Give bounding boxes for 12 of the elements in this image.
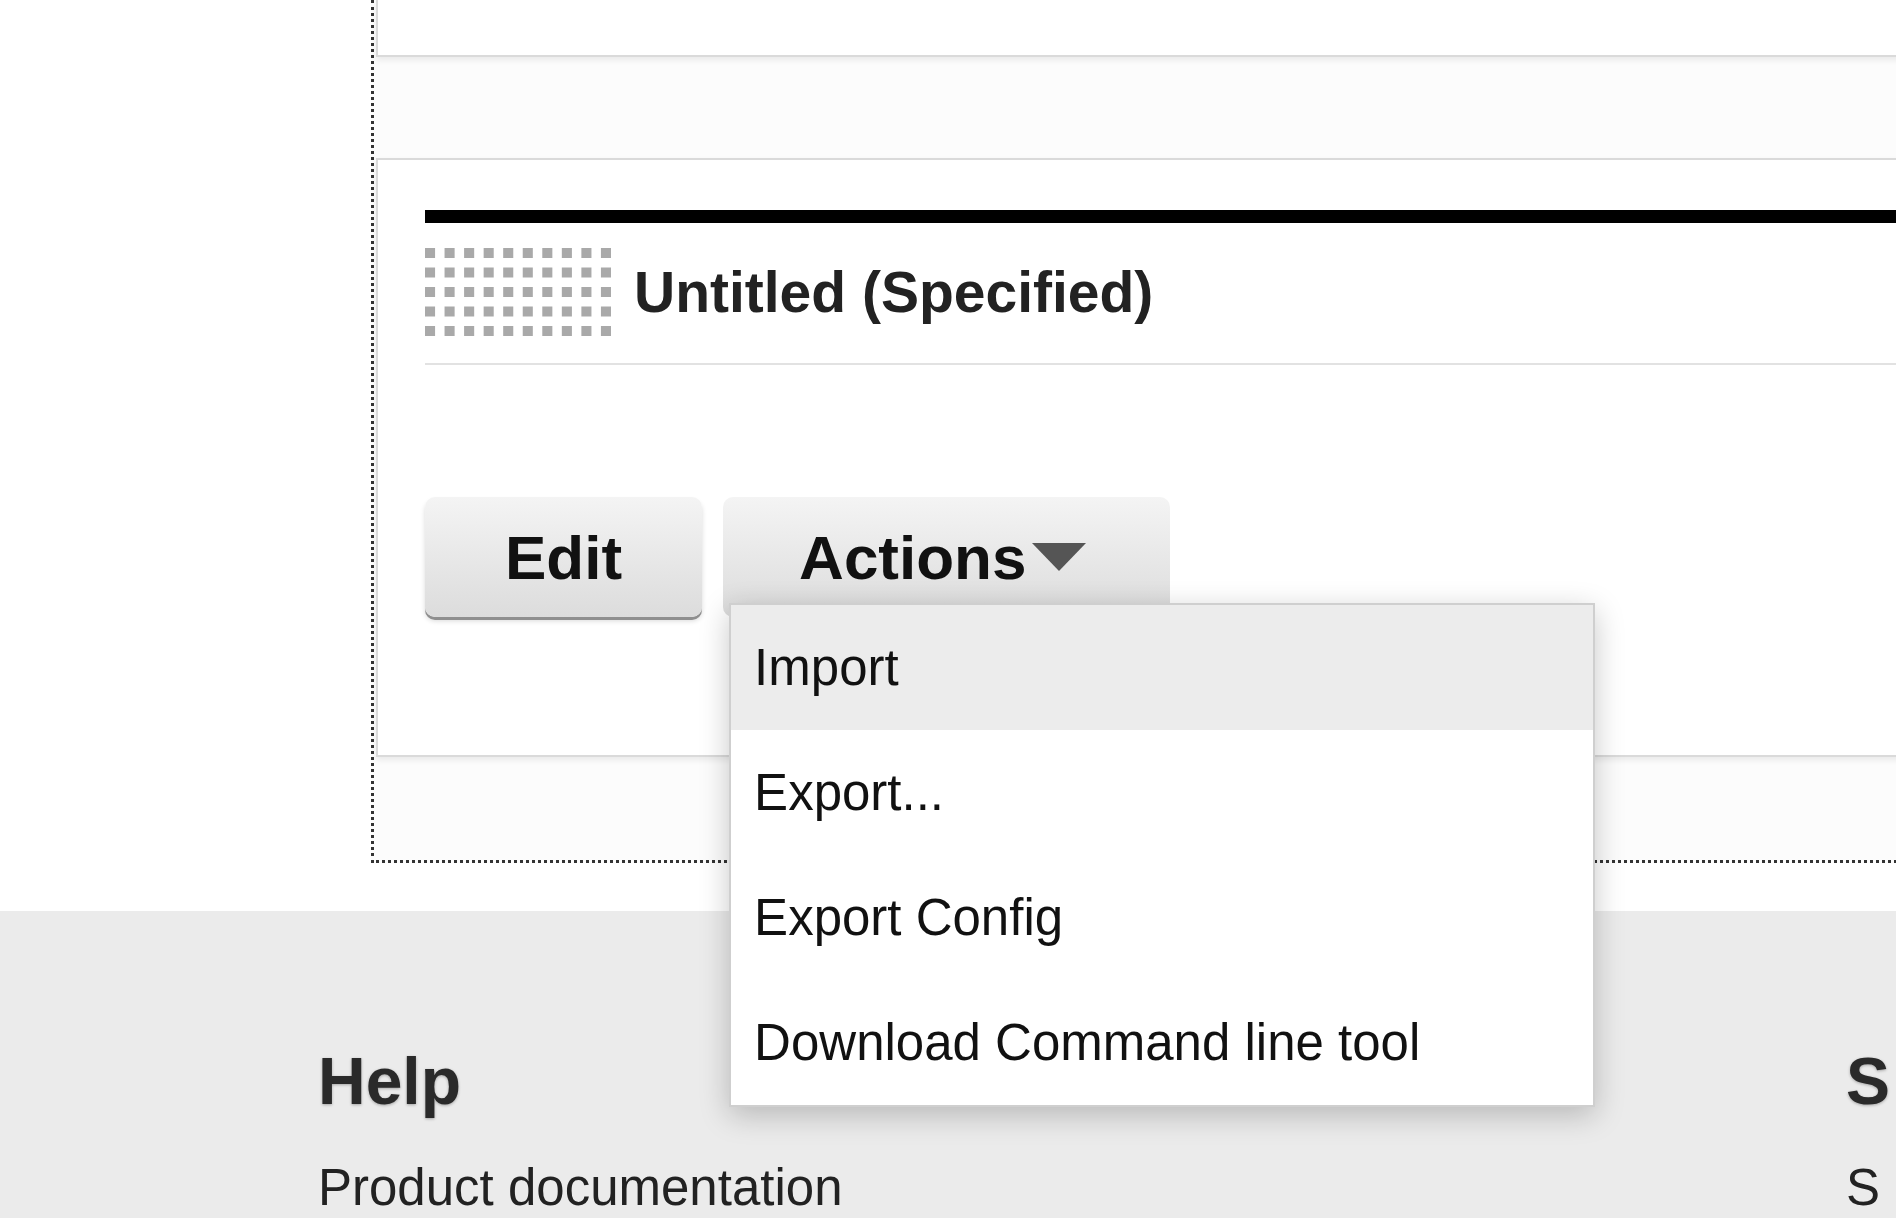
menu-item[interactable]: Export...	[731, 730, 1594, 855]
footer-link[interactable]: Product documentation	[318, 1161, 843, 1215]
footer-link[interactable]: S	[1846, 1161, 1881, 1215]
caret-icon	[1032, 543, 1087, 571]
menu-item[interactable]: Import	[731, 605, 1594, 730]
menu-item[interactable]: Download Command line tool	[731, 980, 1594, 1105]
footer-heading: Help	[318, 1043, 462, 1120]
drag-handle-icon[interactable]	[425, 248, 611, 336]
panel-title: Untitled (Specified)	[634, 259, 1154, 325]
menu-item[interactable]: Export Config	[731, 855, 1594, 980]
edit-button[interactable]: Edit	[425, 497, 703, 617]
footer-heading: S	[1846, 1043, 1891, 1120]
